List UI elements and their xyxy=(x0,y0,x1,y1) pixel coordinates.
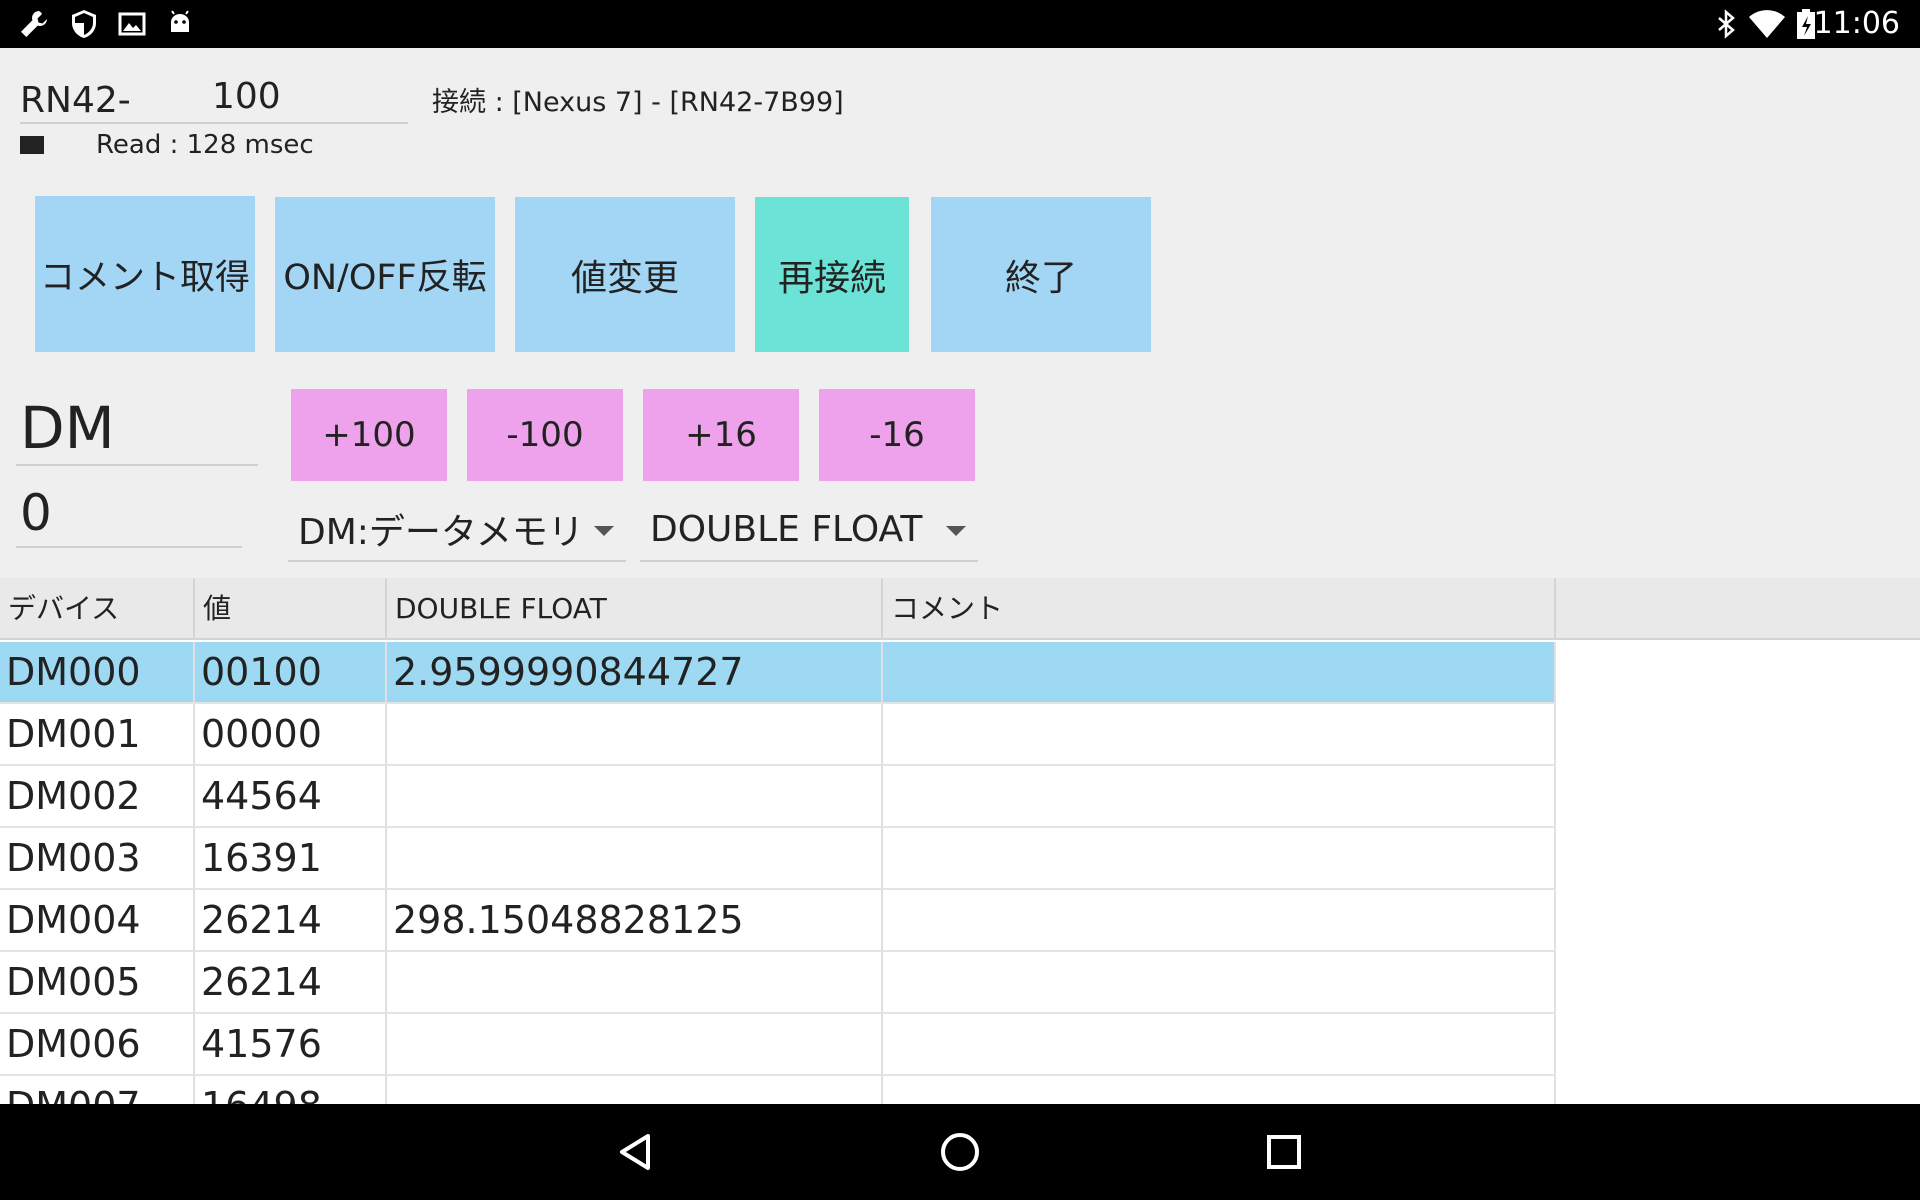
decrement-100-button[interactable]: -100 xyxy=(467,389,623,481)
table-row[interactable]: DM006 41576 xyxy=(0,1014,1556,1076)
table-row[interactable]: DM003 16391 xyxy=(0,828,1556,890)
dropdown-arrow-icon xyxy=(594,526,614,536)
cell-value: 16391 xyxy=(195,828,387,888)
column-header-float[interactable]: DOUBLE FLOAT xyxy=(387,578,883,638)
increment-16-button[interactable]: +16 xyxy=(643,389,799,481)
column-header-comment[interactable]: コメント xyxy=(883,578,1556,638)
device-table[interactable]: デバイス 値 DOUBLE FLOAT コメント DM000 00100 2.959… xyxy=(0,578,1920,1104)
navigation-bar xyxy=(0,1104,1920,1200)
device-prefix-label: RN42- xyxy=(20,80,131,121)
cell-device: DM003 xyxy=(0,828,195,888)
app-screen: 11:06 RN42- 接続 : [Nexus 7] - [RN42-7B99]… xyxy=(0,0,1920,1200)
cell-float xyxy=(387,952,883,1012)
read-time: Read : 128 msec xyxy=(96,130,314,160)
table-row[interactable]: DM004 26214 298.15048828125 xyxy=(0,890,1556,952)
clock: 11:06 xyxy=(1813,6,1900,41)
format-select-value: DOUBLE FLOAT xyxy=(650,508,923,550)
cell-float xyxy=(387,704,883,764)
android-icon xyxy=(171,10,189,32)
home-icon[interactable] xyxy=(936,1128,984,1176)
cell-value: 44564 xyxy=(195,766,387,826)
decrement-16-button[interactable]: -16 xyxy=(819,389,975,481)
cell-comment xyxy=(883,952,1556,1012)
cell-comment xyxy=(883,1014,1556,1074)
cell-device: DM001 xyxy=(0,704,195,764)
table-row[interactable]: DM000 00100 2.9599990844727 xyxy=(0,642,1556,704)
cell-float xyxy=(387,1076,883,1104)
connection-status: 接続 : [Nexus 7] - [RN42-7B99] xyxy=(432,87,844,118)
table-row[interactable]: DM005 26214 xyxy=(0,952,1556,1014)
back-icon[interactable] xyxy=(612,1128,660,1176)
table-header: デバイス 値 DOUBLE FLOAT コメント xyxy=(0,578,1920,640)
cell-comment xyxy=(883,766,1556,826)
cell-value: 00000 xyxy=(195,704,387,764)
table-row[interactable]: DM00716498 xyxy=(0,1076,1556,1104)
cell-comment xyxy=(883,1076,1556,1104)
cell-value: 26214 xyxy=(195,952,387,1012)
cell-float xyxy=(387,1014,883,1074)
cell-float xyxy=(387,828,883,888)
dropdown-arrow-icon xyxy=(946,526,966,536)
cell-device: DM006 xyxy=(0,1014,195,1074)
cell-value: 41576 xyxy=(195,1014,387,1074)
reconnect-button[interactable]: 再接続 xyxy=(755,197,909,352)
cell-value: 00100 xyxy=(195,642,387,702)
device-type-input[interactable] xyxy=(16,392,258,466)
cell-value: 26214 xyxy=(195,890,387,950)
toggle-onoff-button[interactable]: ON/OFF反転 xyxy=(275,197,495,352)
column-header-value[interactable]: 値 xyxy=(195,578,387,638)
device-type-select[interactable]: DM:データメモリ xyxy=(288,498,626,562)
status-indicator xyxy=(20,136,44,154)
cell-device: DM000 xyxy=(0,642,195,702)
wrench-icon xyxy=(21,11,47,37)
cell-value: 16498 xyxy=(195,1076,387,1104)
image-icon xyxy=(118,12,146,36)
cell-float: 298.15048828125 xyxy=(387,890,883,950)
cell-comment xyxy=(883,828,1556,888)
cell-float xyxy=(387,766,883,826)
exit-button[interactable]: 終了 xyxy=(931,197,1151,352)
address-input[interactable] xyxy=(16,480,242,548)
cell-device: DM005 xyxy=(0,952,195,1012)
format-select[interactable]: DOUBLE FLOAT xyxy=(640,498,978,562)
cell-device: DM002 xyxy=(0,766,195,826)
get-comment-button[interactable]: コメント取得 xyxy=(35,196,255,352)
change-value-button[interactable]: 値変更 xyxy=(515,197,735,352)
column-header-device[interactable]: デバイス xyxy=(0,578,195,638)
shield-icon xyxy=(72,10,96,38)
cell-comment xyxy=(883,704,1556,764)
table-row[interactable]: DM001 00000 xyxy=(0,704,1556,766)
cell-device: DM004 xyxy=(0,890,195,950)
cell-comment xyxy=(883,642,1556,702)
device-type-select-value: DM:データメモリ xyxy=(298,512,584,553)
bluetooth-icon xyxy=(1718,9,1735,39)
cell-device: DM007 xyxy=(0,1076,195,1104)
table-row[interactable]: DM002 44564 xyxy=(0,766,1556,828)
status-bar: 11:06 xyxy=(0,0,1920,48)
cell-float: 2.9599990844727 xyxy=(387,642,883,702)
recents-icon[interactable] xyxy=(1260,1128,1308,1176)
cell-comment xyxy=(883,890,1556,950)
wifi-icon xyxy=(1749,10,1785,38)
increment-100-button[interactable]: +100 xyxy=(291,389,447,481)
